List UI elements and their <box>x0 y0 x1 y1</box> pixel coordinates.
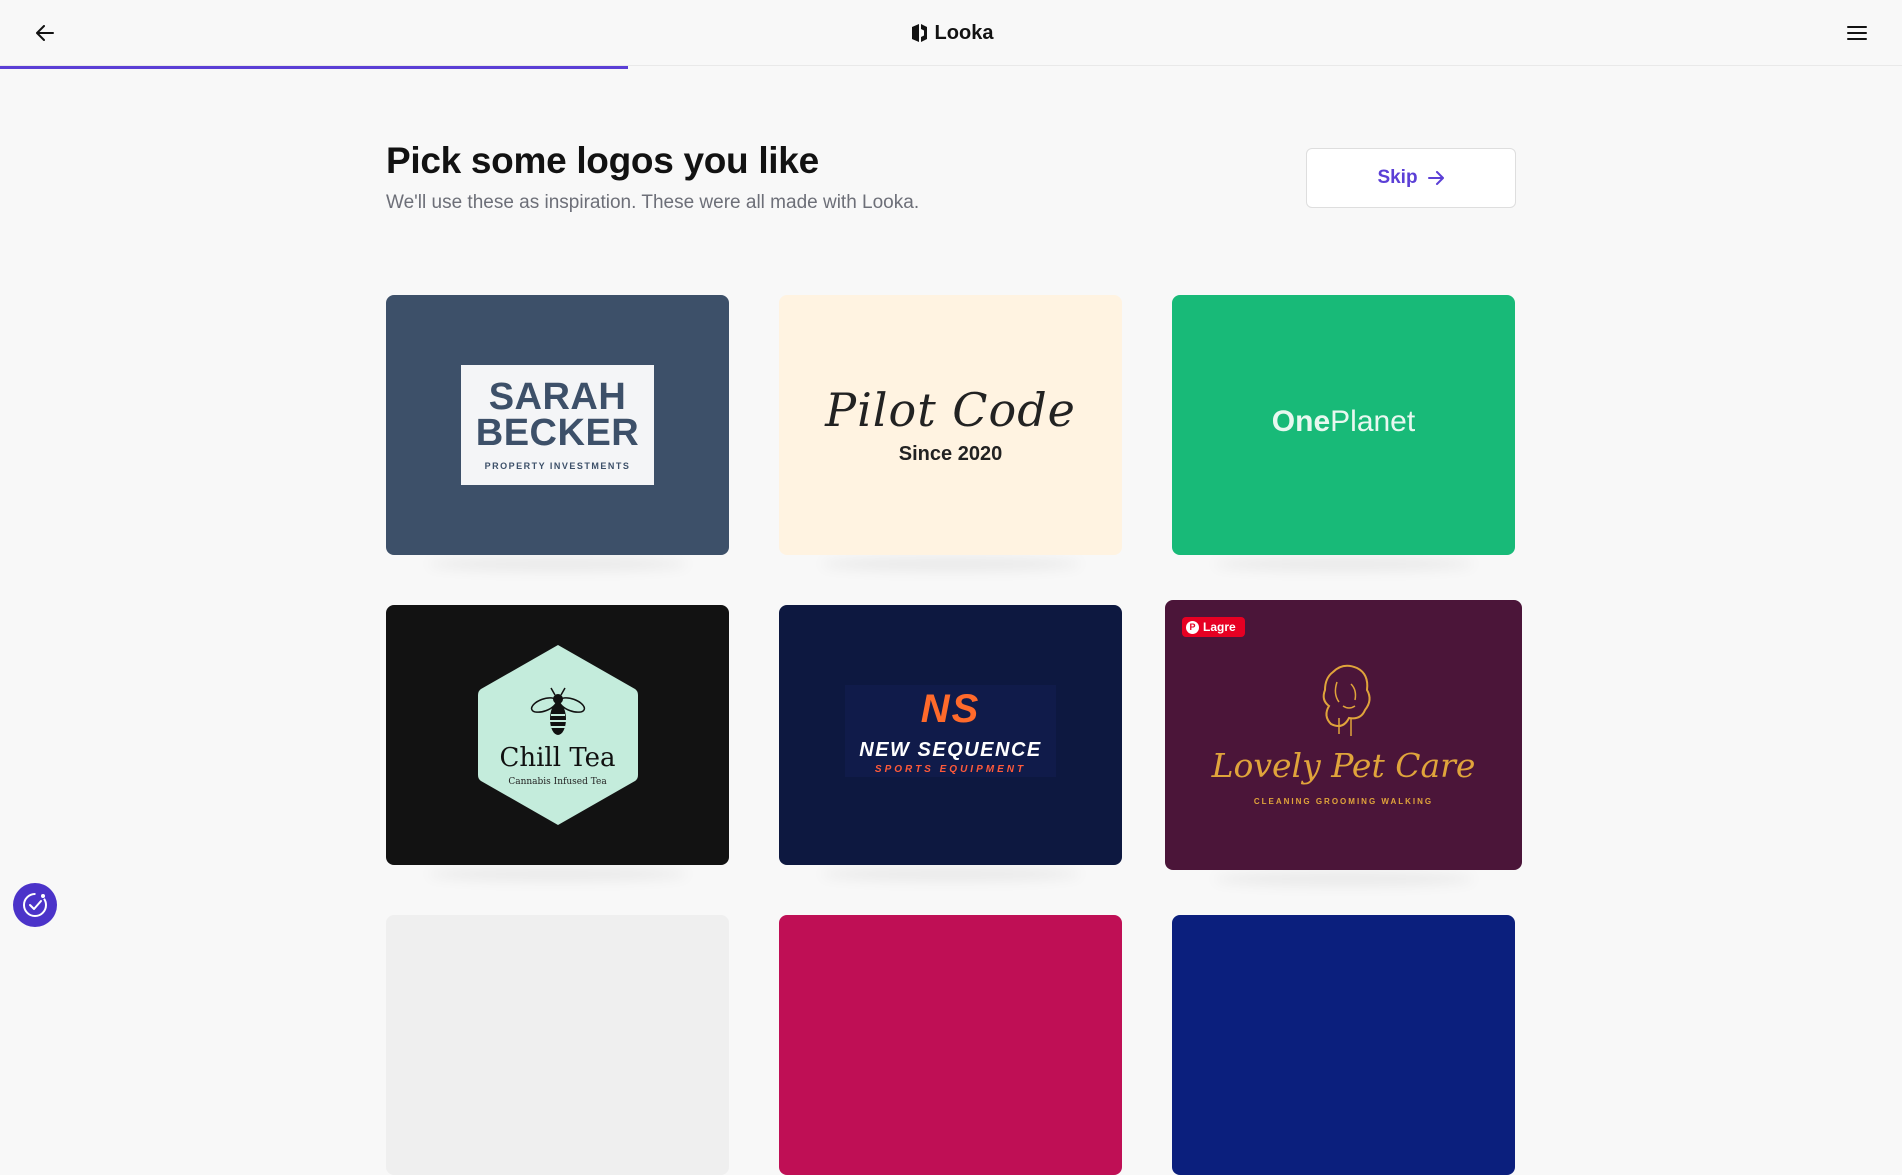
skip-button[interactable]: Skip <box>1306 148 1516 208</box>
pinterest-icon: P <box>1186 620 1199 634</box>
logo-tagline: Since 2020 <box>898 443 1003 465</box>
menu-button[interactable] <box>1842 18 1872 48</box>
skip-label: Skip <box>1377 167 1418 188</box>
pinterest-save-button[interactable]: P Lagre <box>1182 617 1245 637</box>
logo-tagline: Cannabis Infused Tea <box>508 777 607 787</box>
logo-name: NEW SEQUENCE <box>859 739 1042 761</box>
back-button[interactable] <box>30 18 60 48</box>
card-shadow <box>428 557 688 571</box>
logo-card-pilot-code[interactable]: Pilot Code Since 2020 <box>779 295 1122 555</box>
logo-name: Pilot Code <box>825 383 1076 437</box>
logo-plate: SARAH BECKER PROPERTY INVESTMENTS <box>461 365 654 485</box>
logo-tagline: CLEANING GROOMING WALKING <box>1253 797 1434 806</box>
pinterest-save-label: Lagre <box>1203 620 1236 634</box>
progress-fill <box>0 66 628 69</box>
logo-tagline: SPORTS EQUIPMENT <box>874 764 1027 775</box>
brand-name: Looka <box>934 21 994 44</box>
brand-logo[interactable]: Looka <box>891 18 1011 48</box>
logo-name-line2: BECKER <box>475 412 640 454</box>
logo-name: Lovely Pet Care <box>1211 746 1476 785</box>
arrow-left-icon <box>36 25 54 41</box>
logo-name-part1: One <box>1271 405 1331 438</box>
logo-card-new-sequence[interactable]: NS NEW SEQUENCE SPORTS EQUIPMENT <box>779 605 1122 865</box>
logo-card-chill-tea[interactable]: Chill Tea Cannabis Infused Tea <box>386 605 729 865</box>
check-badge-icon <box>23 893 47 917</box>
logo-name: OnePlanet <box>1172 405 1515 439</box>
accessibility-widget-button[interactable] <box>13 883 57 927</box>
logo-card-partial-2[interactable] <box>779 915 1122 1175</box>
progress-bar <box>0 66 1902 69</box>
card-shadow <box>1214 872 1474 886</box>
logo-name-part2: Planet <box>1330 405 1416 438</box>
looka-logo-icon <box>911 24 927 42</box>
card-shadow <box>821 867 1081 881</box>
dog-icon <box>1322 664 1371 736</box>
logo-card-lovely-pet-care[interactable]: P Lagre Lovely Pet Care CLEANING GROOMIN… <box>1165 600 1522 870</box>
logo-monogram: NS <box>920 687 981 731</box>
logo-card-partial-3[interactable] <box>1172 915 1515 1175</box>
logo-tagline: PROPERTY INVESTMENTS <box>484 461 631 471</box>
logo-card-sarah-becker[interactable]: SARAH BECKER PROPERTY INVESTMENTS <box>386 295 729 555</box>
card-shadow <box>821 557 1081 571</box>
top-bar: Looka <box>0 0 1902 66</box>
arrow-right-icon <box>1427 171 1444 185</box>
card-shadow <box>428 867 688 881</box>
logo-name: Chill Tea <box>499 743 616 773</box>
hexagon-badge <box>478 645 638 825</box>
logo-card-partial-1[interactable] <box>386 915 729 1175</box>
hamburger-menu-icon <box>1847 26 1867 40</box>
logo-card-oneplanet[interactable]: OnePlanet <box>1172 295 1515 555</box>
card-shadow <box>1214 557 1474 571</box>
logo-name-line1: SARAH <box>488 376 627 418</box>
